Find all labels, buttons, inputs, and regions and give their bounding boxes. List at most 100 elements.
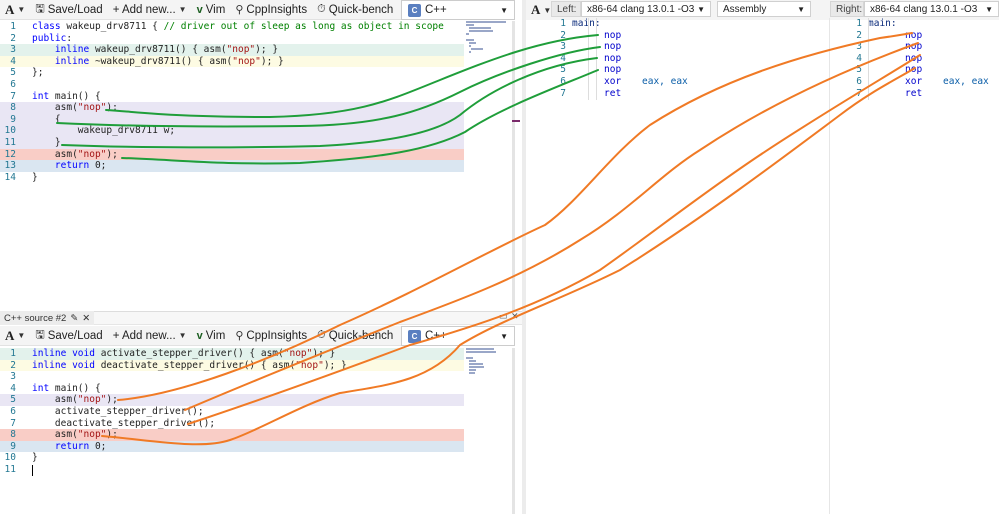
left-compiler-label: x86-64 clang 13.0.1 -O3 (587, 3, 695, 15)
save-load-button[interactable]: 🖫 Save/Load (30, 0, 107, 19)
add-new-button[interactable]: + Add new... ▼ (108, 326, 192, 345)
code-line[interactable]: 2 public: (0, 33, 464, 45)
close-icon[interactable]: ✕ (82, 313, 90, 324)
code-line[interactable]: 2 inline void deactivate_stepper_driver()… (0, 359, 464, 372)
left-compiler-select[interactable]: x86-64 clang 13.0.1 -O3 ▼ (581, 1, 711, 17)
code-line[interactable]: 9 return 0; (0, 440, 464, 453)
code-line[interactable]: 10} (0, 452, 464, 464)
font-size-button[interactable]: A ▼ (0, 326, 30, 345)
code-line[interactable]: 4 inline ~wakeup_drv8711() { asm("nop");… (0, 55, 464, 68)
vim-toggle[interactable]: v Vim (192, 326, 231, 345)
asm-line-number: 4 (856, 52, 862, 64)
quickbench-button[interactable]: ⏱ Quick-bench (312, 326, 398, 345)
minimap-line (466, 351, 496, 353)
code-line[interactable]: 3 inline wakeup_drv8711() { asm("nop"); … (0, 44, 464, 56)
code-line[interactable]: 4 int main() { (0, 383, 464, 395)
right-compiler-select[interactable]: x86-64 clang 13.0.1 -O3 ▼ (864, 1, 999, 17)
asm-line: 6 xor eax, eax (848, 76, 998, 88)
code-line[interactable]: 13 return 0; (0, 160, 464, 172)
asm-line-number: 4 (560, 52, 566, 64)
save-load-label: Save/Load (47, 329, 103, 342)
quickbench-label: Quick-bench (328, 3, 394, 16)
pane-divider[interactable] (522, 0, 526, 514)
code-line[interactable]: 14} (0, 172, 464, 184)
edit-icon[interactable]: ✎ (70, 313, 78, 324)
code-line[interactable]: 8 asm("nop"); (0, 429, 464, 441)
code-line[interactable]: 10 wakeup_drv8711 w; (0, 125, 464, 137)
code-line[interactable]: 1 class wakeup_drv8711 { // driver out of… (0, 21, 464, 33)
asm-line-number: 1 (856, 18, 862, 29)
quickbench-button[interactable]: ⏱ Quick-bench (312, 0, 398, 19)
code-line[interactable]: 7 int main() { (0, 91, 464, 103)
maximize-pane-icon[interactable]: ▭ (499, 311, 508, 322)
code-line[interactable]: 8 asm("nop"); (0, 102, 464, 114)
line-number: 9 (10, 113, 16, 125)
line-number: 11 (4, 137, 16, 148)
code-text: int main() { (32, 90, 101, 102)
code-line[interactable]: 12 asm("nop"); (0, 148, 464, 161)
minimap-line (469, 360, 476, 362)
stopwatch-icon: ⏱ (317, 3, 326, 15)
chevron-down-icon: ▼ (17, 5, 26, 14)
right-gutter-line (868, 18, 869, 100)
bottom-minimap[interactable] (466, 348, 516, 378)
cppinsights-button[interactable]: ⚲ CppInsights (230, 326, 312, 345)
code-line[interactable]: 9 { (0, 113, 464, 126)
code-text: inline void activate_stepper_driver() { … (32, 348, 336, 359)
top-language-select[interactable]: C C++ ▼ (401, 0, 515, 20)
asm-line: 4 nop (552, 53, 822, 65)
font-size-label: A (5, 327, 15, 343)
minimap-line (466, 33, 469, 35)
code-line[interactable]: 6 activate_stepper_driver(); (0, 406, 464, 418)
line-number: 8 (10, 429, 16, 441)
minimap-line (469, 27, 491, 29)
line-number: 14 (4, 171, 16, 183)
bottom-code-editor[interactable]: 1 inline void activate_stepper_driver() {… (0, 348, 464, 488)
font-size-button[interactable]: A ▼ (0, 0, 30, 19)
top-minimap[interactable] (466, 21, 516, 61)
asm-operands: eax, eax (943, 76, 989, 87)
code-line[interactable]: 11 } (0, 137, 464, 149)
vim-toggle[interactable]: v Vim (192, 0, 231, 19)
close-pane-icon[interactable]: ✕ (511, 311, 519, 322)
asm-line: 1 main: (552, 18, 822, 30)
cppinsights-button[interactable]: ⚲ CppInsights (230, 0, 312, 19)
right-assembly-output: 1 main: 2 nop 3 nop 4 nop 5 nop 6 xor eax, eax 7 ret (848, 18, 998, 108)
asm-line-number: 2 (856, 29, 862, 41)
code-line[interactable]: 1 inline void activate_stepper_driver() {… (0, 348, 464, 360)
asm-instruction: xor (905, 76, 923, 87)
left-view-select[interactable]: Assembly ▼ (717, 1, 811, 17)
code-line[interactable]: 5 asm("nop"); (0, 394, 464, 406)
insights-icon: ⚲ (235, 330, 244, 342)
code-line[interactable]: 6 (0, 79, 464, 91)
code-line[interactable]: 5}; (0, 67, 464, 79)
asm-instruction: nop (604, 64, 622, 76)
save-load-button[interactable]: 🖫 Save/Load (30, 326, 107, 345)
code-line[interactable]: 3 (0, 371, 464, 383)
vim-icon: v (196, 3, 203, 16)
line-number: 5 (10, 67, 16, 79)
line-number: 3 (10, 44, 16, 56)
asm-line: 6 xor eax, eax (552, 76, 822, 88)
bottom-editor-tab[interactable]: C++ source #2 ✎ ✕ (0, 311, 95, 325)
line-number: 8 (10, 102, 16, 114)
bottom-language-select[interactable]: C C++ ▼ (401, 326, 515, 346)
diff-center-divider[interactable] (829, 18, 830, 514)
top-code-editor[interactable]: 1 class wakeup_drv8711 { // driver out of… (0, 21, 464, 191)
minimap-line (469, 363, 483, 365)
code-line[interactable]: 7 deactivate_stepper_driver(); (0, 418, 464, 430)
scroll-position-marker (512, 120, 520, 122)
code-text: class wakeup_drv8711 { // driver out of … (32, 21, 444, 32)
code-text: { (32, 113, 61, 125)
font-size-label: A (5, 1, 15, 17)
chevron-down-icon: ▼ (178, 5, 187, 14)
stopwatch-icon: ⏱ (317, 329, 326, 341)
add-new-button[interactable]: + Add new... ▼ (108, 0, 192, 19)
bottom-editor-scrollbar[interactable] (512, 348, 515, 514)
line-number: 7 (10, 90, 16, 102)
asm-line: 4 nop (848, 53, 998, 65)
code-line[interactable]: 11 (0, 464, 464, 476)
code-text: inline void deactivate_stepper_driver() … (32, 359, 347, 371)
top-editor-scrollbar[interactable] (512, 21, 515, 311)
line-number: 4 (10, 382, 16, 394)
